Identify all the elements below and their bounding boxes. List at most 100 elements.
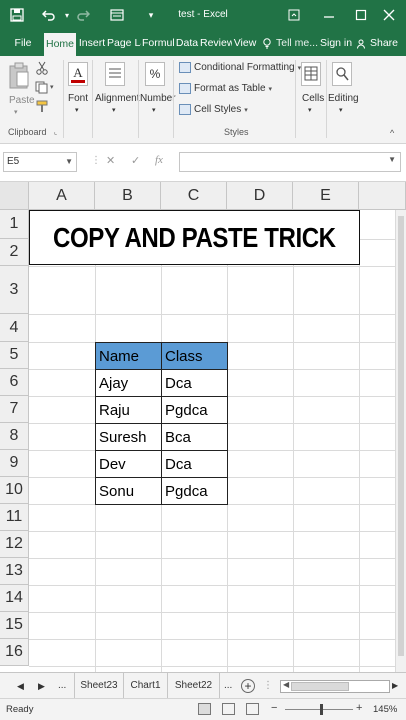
zoom-slider-thumb[interactable] [320,704,323,715]
row-header-1[interactable]: 1 [0,210,29,239]
editing-icon[interactable] [332,62,352,86]
insert-function-icon[interactable]: fx [155,154,163,166]
enter-icon[interactable]: ✓ [131,154,140,167]
number-dropdown-icon[interactable]: ▾ [152,106,156,114]
alignment-icon[interactable] [105,62,125,86]
column-header-c[interactable]: C [161,182,227,210]
font-icon[interactable]: A [68,62,88,86]
scroll-sheets-left-icon[interactable]: ◀ [17,673,24,699]
sheets-ellipsis-left[interactable]: ... [58,673,66,699]
sheet-tab[interactable]: Chart1 [124,673,168,699]
scroll-sheets-right-icon[interactable]: ▶ [38,673,45,699]
row-header-11[interactable]: 11 [0,504,29,531]
share-button[interactable]: Share [370,31,398,56]
row-header-3[interactable]: 3 [0,266,29,314]
worksheet-grid[interactable]: A B C D E 1 2 3 4 5 6 7 8 9 10 11 12 13 … [0,182,406,672]
table-cell-class[interactable]: Dca [161,369,228,397]
conditional-formatting-button[interactable]: Conditional Formatting ▾ [179,62,301,73]
format-as-table-button[interactable]: Format as Table ▾ [179,83,272,94]
row-header-15[interactable]: 15 [0,612,29,639]
percent-icon[interactable]: % [145,62,165,86]
row-header-4[interactable]: 4 [0,314,29,342]
table-cell-class[interactable]: Dca [161,450,228,478]
scroll-right-icon[interactable]: ▶ [392,673,398,699]
tab-page-layout[interactable]: Page La [107,31,141,56]
clipboard-launcher-icon[interactable]: ⌞ [54,128,57,136]
format-painter-icon[interactable] [36,100,49,116]
row-header-16[interactable]: 16 [0,639,29,666]
horizontal-scroll-thumb[interactable] [291,682,349,691]
column-header-a[interactable]: A [29,182,95,210]
zoom-slider[interactable] [285,709,353,710]
row-header-13[interactable]: 13 [0,558,29,585]
add-sheet-icon[interactable]: + [241,679,255,693]
row-header-7[interactable]: 7 [0,396,29,423]
row-header-8[interactable]: 8 [0,423,29,450]
paste-dropdown-icon[interactable]: ▾ [14,108,18,116]
page-layout-view-icon[interactable] [222,703,235,715]
row-header-9[interactable]: 9 [0,450,29,477]
zoom-level[interactable]: 145% [373,704,397,715]
table-cell-name[interactable]: Ajay [95,369,162,397]
column-header-e[interactable]: E [293,182,359,210]
tab-insert[interactable]: Insert [78,31,106,56]
horizontal-scrollbar[interactable]: ◀ [280,680,390,693]
cells-icon[interactable] [301,62,321,86]
tab-split-handle-icon[interactable]: ⋮ [263,673,273,699]
sign-in-link[interactable]: Sign in [320,31,352,56]
row-header-10[interactable]: 10 [0,477,29,504]
ribbon-display-icon[interactable] [285,6,303,24]
font-dropdown-icon[interactable]: ▾ [75,106,79,114]
row-header-6[interactable]: 6 [0,369,29,396]
tab-view[interactable]: View [233,31,257,56]
paste-icon[interactable] [8,62,30,92]
tab-file[interactable]: File [8,31,38,56]
table-header-class[interactable]: Class [161,342,228,370]
row-header-5[interactable]: 5 [0,342,29,369]
tab-formulas[interactable]: Formul [142,31,174,56]
tab-review[interactable]: Review [200,31,232,56]
zoom-in-icon[interactable]: + [356,702,362,714]
column-header-d[interactable]: D [227,182,293,210]
banner-title[interactable]: COPY AND PASTE TRICK [29,210,360,265]
column-header-b[interactable]: B [95,182,161,210]
tell-me-box[interactable]: Tell me... [276,31,318,56]
expand-formula-bar-icon[interactable]: ▼ [388,155,396,164]
table-cell-class[interactable]: Bca [161,423,228,451]
cell-styles-button[interactable]: Cell Styles ▾ [179,104,248,115]
tab-home[interactable]: Home [44,33,76,56]
normal-view-icon[interactable] [198,703,211,715]
scroll-left-icon[interactable]: ◀ [283,680,289,689]
zoom-out-icon[interactable]: − [271,702,277,714]
row-header-2[interactable]: 2 [0,239,29,266]
table-cell-name[interactable]: Dev [95,450,162,478]
cut-icon[interactable] [36,61,48,78]
table-cell-name[interactable]: Raju [95,396,162,424]
tab-data[interactable]: Data [175,31,199,56]
table-cell-class[interactable]: Pgdca [161,396,228,424]
row-header-14[interactable]: 14 [0,585,29,612]
editing-dropdown-icon[interactable]: ▾ [339,106,343,114]
formula-bar-handle-icon[interactable]: ⋮ [91,155,101,166]
maximize-icon[interactable] [352,6,370,24]
table-cell-name[interactable]: Suresh [95,423,162,451]
table-header-name[interactable]: Name [95,342,162,370]
copy-icon[interactable] [35,81,49,97]
formula-input[interactable]: ▼ [179,152,401,172]
name-box[interactable]: E5 ▼ [3,152,77,172]
sheet-tab[interactable]: Sheet22 [168,673,220,699]
minimize-icon[interactable] [320,6,338,24]
table-cell-class[interactable]: Pgdca [161,477,228,505]
vertical-scrollbar[interactable] [395,210,406,672]
cancel-icon[interactable]: ✕ [106,154,115,167]
collapse-ribbon-icon[interactable]: ^ [390,128,394,138]
cells-dropdown-icon[interactable]: ▾ [308,106,312,114]
copy-dropdown-icon[interactable]: ▾ [50,83,54,91]
column-header-f[interactable] [359,182,406,210]
select-all-corner[interactable] [0,182,29,210]
sheets-ellipsis-right[interactable]: ... [224,673,232,699]
alignment-dropdown-icon[interactable]: ▾ [112,106,116,114]
page-break-view-icon[interactable] [246,703,259,715]
row-header-12[interactable]: 12 [0,531,29,558]
sheet-tab[interactable]: Sheet23 [74,673,124,699]
